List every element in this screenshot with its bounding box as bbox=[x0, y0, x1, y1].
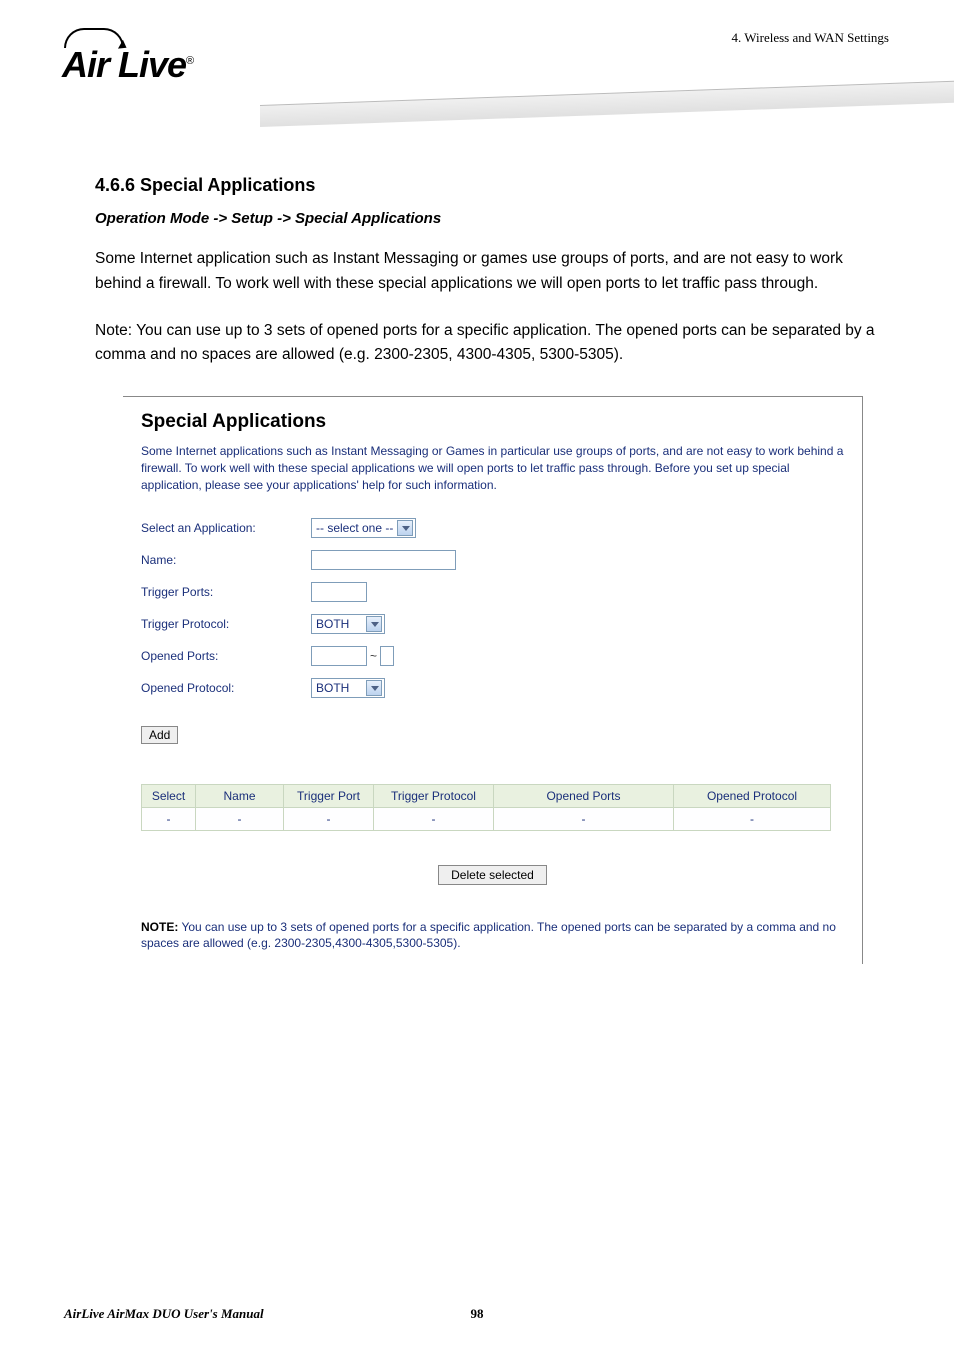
breadcrumb-path: Operation Mode -> Setup -> Special Appli… bbox=[95, 210, 890, 227]
table-row: - - - - - - bbox=[142, 807, 831, 830]
cell-trigger-port: - bbox=[284, 807, 374, 830]
logo-text: Air Live® bbox=[62, 44, 193, 86]
note-body: You can use up to 3 sets of opened ports… bbox=[141, 920, 836, 951]
add-button[interactable]: Add bbox=[141, 726, 178, 744]
tilde-separator: ~ bbox=[370, 649, 377, 663]
applications-table: Select Name Trigger Port Trigger Protoco… bbox=[141, 784, 831, 831]
settings-screenshot: Special Applications Some Internet appli… bbox=[123, 396, 863, 964]
brand-logo: Air Live® bbox=[62, 28, 193, 86]
trigger-protocol-dropdown[interactable]: BOTH bbox=[311, 614, 385, 634]
chevron-down-icon bbox=[366, 680, 382, 696]
th-opened-protocol: Opened Protocol bbox=[674, 784, 831, 807]
opened-protocol-label: Opened Protocol: bbox=[141, 681, 311, 695]
note-text: NOTE: You can use up to 3 sets of opened… bbox=[141, 919, 844, 953]
note-bold: NOTE: bbox=[141, 920, 178, 934]
section-heading: 4.6.6 Special Applications bbox=[95, 175, 890, 196]
cell-name: - bbox=[196, 807, 284, 830]
cell-select: - bbox=[142, 807, 196, 830]
header-decoration bbox=[260, 105, 954, 155]
chevron-down-icon bbox=[366, 616, 382, 632]
note-paragraph: Note: You can use up to 3 sets of opened… bbox=[95, 319, 890, 369]
opened-protocol-value: BOTH bbox=[316, 681, 349, 695]
panel-title: Special Applications bbox=[141, 411, 844, 433]
th-opened-ports: Opened Ports bbox=[494, 784, 674, 807]
th-select: Select bbox=[142, 784, 196, 807]
th-trigger-port: Trigger Port bbox=[284, 784, 374, 807]
trigger-protocol-label: Trigger Protocol: bbox=[141, 617, 311, 631]
cell-opened-ports: - bbox=[494, 807, 674, 830]
footer-manual-title: AirLive AirMax DUO User's Manual bbox=[64, 1306, 264, 1322]
trigger-ports-input[interactable] bbox=[311, 582, 367, 602]
opened-ports-from-input[interactable] bbox=[311, 646, 367, 666]
opened-ports-label: Opened Ports: bbox=[141, 649, 311, 663]
select-app-label: Select an Application: bbox=[141, 521, 311, 535]
name-label: Name: bbox=[141, 553, 311, 567]
cell-opened-protocol: - bbox=[674, 807, 831, 830]
logo-arc-icon bbox=[64, 28, 124, 48]
th-name: Name bbox=[196, 784, 284, 807]
trigger-ports-label: Trigger Ports: bbox=[141, 585, 311, 599]
delete-selected-button[interactable]: Delete selected bbox=[438, 865, 547, 885]
panel-description: Some Internet applications such as Insta… bbox=[141, 443, 844, 493]
select-app-value: -- select one -- bbox=[316, 521, 393, 535]
opened-ports-to-input[interactable] bbox=[380, 646, 394, 666]
cell-trigger-protocol: - bbox=[374, 807, 494, 830]
select-app-dropdown[interactable]: -- select one -- bbox=[311, 518, 416, 538]
table-header-row: Select Name Trigger Port Trigger Protoco… bbox=[142, 784, 831, 807]
chevron-down-icon bbox=[397, 520, 413, 536]
chapter-label: 4. Wireless and WAN Settings bbox=[731, 30, 889, 46]
intro-paragraph: Some Internet application such as Instan… bbox=[95, 247, 890, 297]
opened-protocol-dropdown[interactable]: BOTH bbox=[311, 678, 385, 698]
th-trigger-protocol: Trigger Protocol bbox=[374, 784, 494, 807]
trigger-protocol-value: BOTH bbox=[316, 617, 349, 631]
name-input[interactable] bbox=[311, 550, 456, 570]
page-number: 98 bbox=[471, 1306, 484, 1322]
